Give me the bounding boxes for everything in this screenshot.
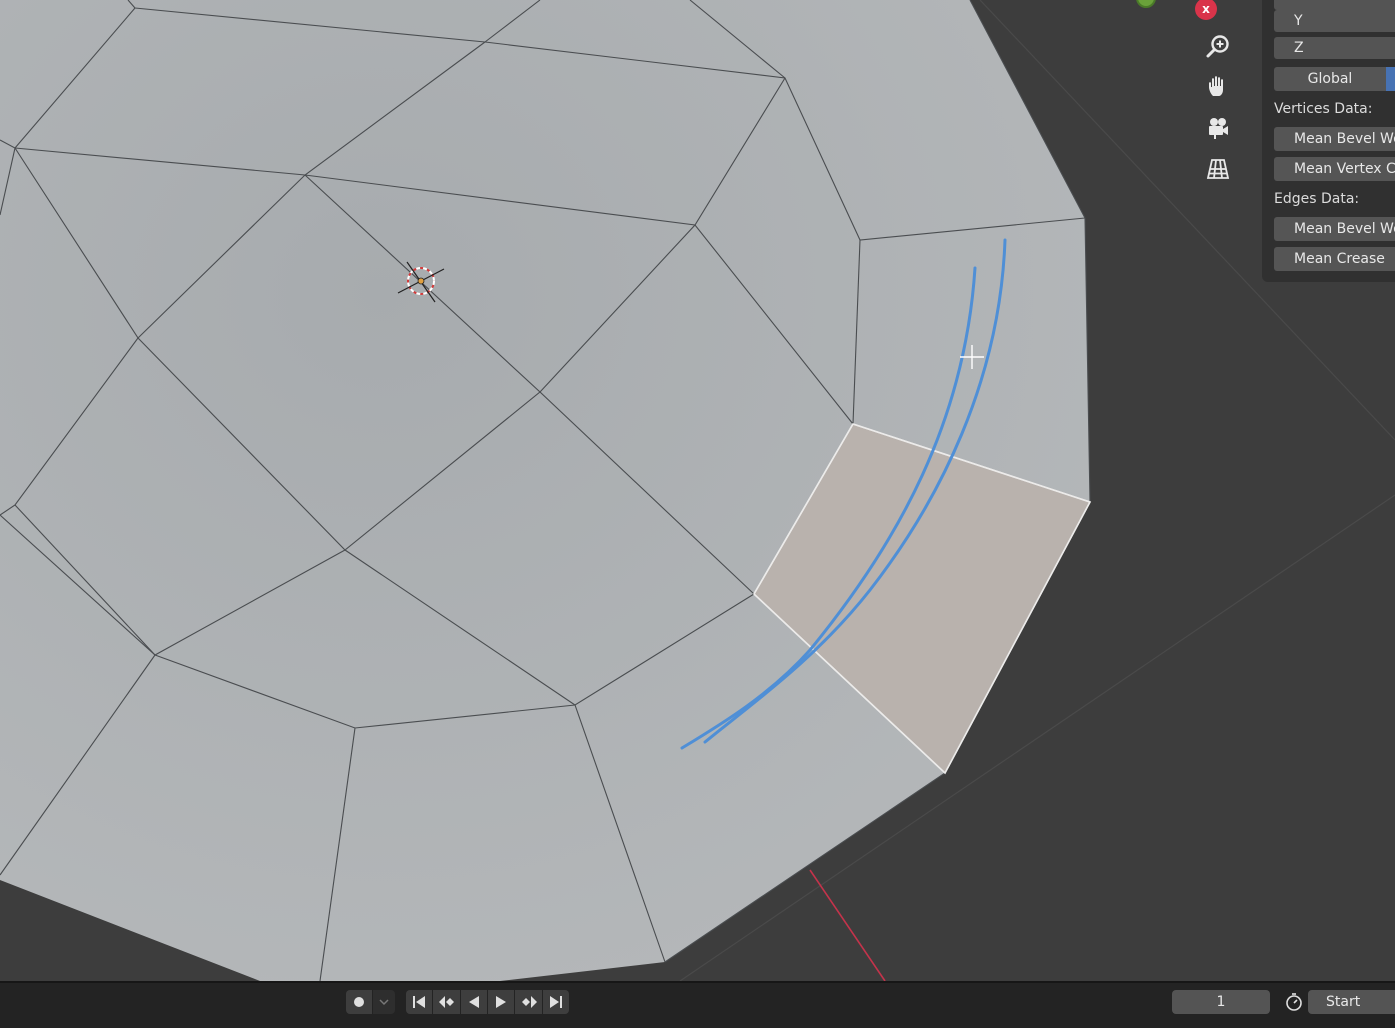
global-toggle-button[interactable]: Global <box>1274 67 1386 91</box>
mesh-canvas[interactable] <box>0 0 1395 981</box>
stopwatch-icon[interactable] <box>1282 990 1306 1014</box>
3d-viewport[interactable]: x Y Z Global Vertices Data: Mean Bevel W… <box>0 0 1395 981</box>
previous-keyframe-icon[interactable] <box>433 990 460 1014</box>
grid-ortho-icon[interactable] <box>1205 156 1237 188</box>
edges-data-label: Edges Data: <box>1274 191 1360 207</box>
camera-icon[interactable] <box>1205 115 1237 147</box>
y-value-field[interactable]: Y <box>1274 10 1395 32</box>
mean-bevel-weight-vertices-field[interactable]: Mean Bevel We <box>1274 127 1395 151</box>
jump-to-start-icon[interactable] <box>406 990 432 1014</box>
z-value-field[interactable]: Z <box>1274 37 1395 59</box>
record-button[interactable] <box>346 990 372 1014</box>
play-reverse-icon[interactable] <box>461 990 487 1014</box>
current-frame-field[interactable]: 1 <box>1172 990 1270 1014</box>
hand-pan-icon[interactable] <box>1205 74 1237 106</box>
start-frame-field[interactable]: Start <box>1308 990 1395 1014</box>
vertices-data-label: Vertices Data: <box>1274 101 1373 117</box>
local-toggle-button[interactable] <box>1386 67 1395 91</box>
zoom-icon[interactable] <box>1205 33 1237 65</box>
jump-to-end-icon[interactable] <box>543 990 569 1014</box>
x-axis-line <box>809 869 886 981</box>
play-icon[interactable] <box>488 990 514 1014</box>
mean-bevel-weight-edges-field[interactable]: Mean Bevel We <box>1274 217 1395 241</box>
keying-dropdown[interactable] <box>373 990 395 1014</box>
mean-crease-field[interactable]: Mean Crease <box>1274 247 1395 271</box>
x-value-field[interactable] <box>1274 0 1395 10</box>
next-keyframe-icon[interactable] <box>515 990 542 1014</box>
mean-vertex-crease-field[interactable]: Mean Vertex C <box>1274 157 1395 181</box>
